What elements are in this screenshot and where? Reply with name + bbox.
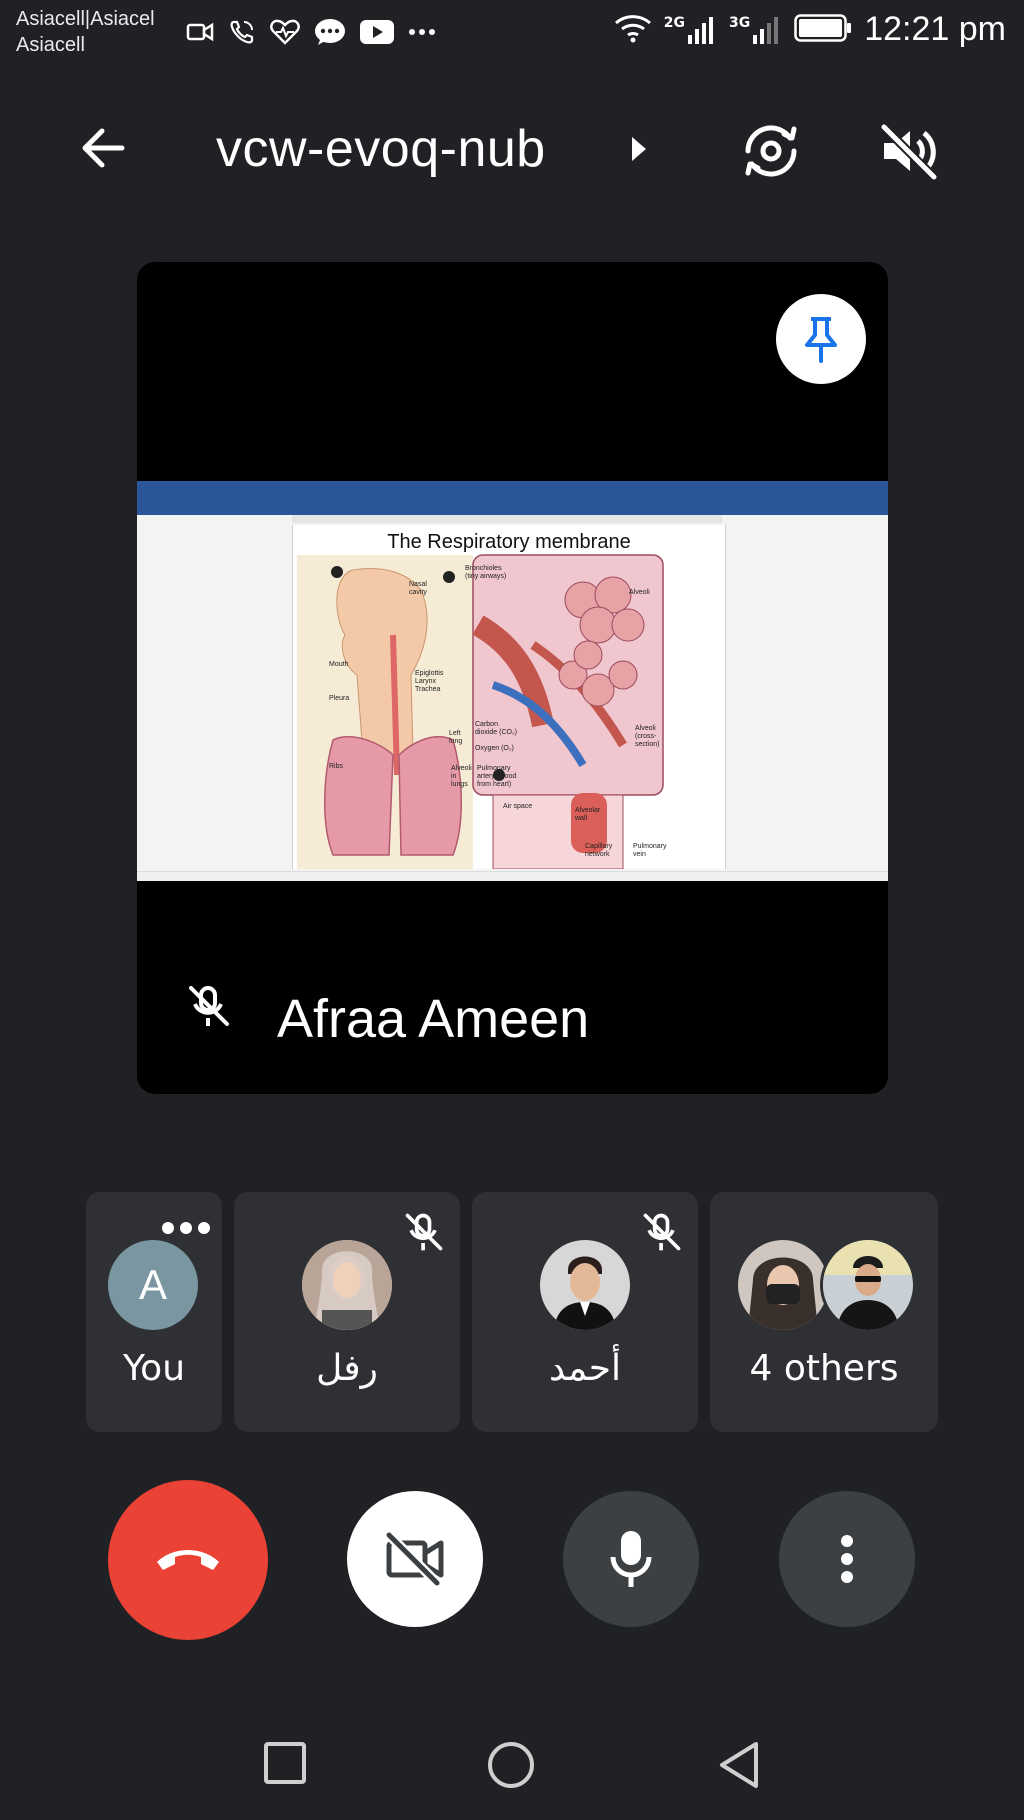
switch-camera-icon bbox=[745, 125, 797, 177]
end-call-button[interactable] bbox=[108, 1480, 268, 1640]
video-call-icon bbox=[186, 20, 214, 44]
participant-tile-you[interactable]: A You bbox=[86, 1192, 222, 1432]
label-mouth: Mouth bbox=[329, 661, 349, 668]
label-bronchioles: Bronchioles (tiny airways) bbox=[465, 565, 507, 580]
avatar bbox=[738, 1240, 828, 1330]
mic-off-icon bbox=[405, 1213, 443, 1251]
mic-off-icon bbox=[643, 1213, 681, 1251]
presenter-mic-status bbox=[185, 982, 233, 1030]
label-epiglottis: Epiglottis Larynx Trachea bbox=[415, 670, 444, 693]
network-type-2: 3G bbox=[729, 14, 751, 31]
label-pulmonary-artery: Pulmonary artery (blood from heart) bbox=[477, 765, 517, 788]
system-nav-bar bbox=[0, 1720, 1024, 1820]
avatar bbox=[540, 1240, 630, 1330]
messages-icon bbox=[314, 18, 346, 46]
signal-bars-icon bbox=[753, 16, 779, 44]
pin-button[interactable] bbox=[776, 294, 866, 384]
avatar: A bbox=[108, 1240, 198, 1330]
word-status-bar bbox=[137, 871, 888, 881]
camera-toggle-button[interactable] bbox=[347, 1491, 483, 1627]
signal-1: 2G bbox=[664, 15, 717, 45]
label-alveolar-wall: Alveolar wall bbox=[575, 807, 601, 822]
label-ribs: Ribs bbox=[329, 763, 344, 770]
label-oxygen: Oxygen (O₂) bbox=[475, 745, 514, 752]
signal-2: 3G bbox=[729, 15, 782, 45]
participant-name: أحمد bbox=[549, 1348, 621, 1389]
speaker-toggle-button[interactable] bbox=[878, 121, 940, 181]
pin-icon bbox=[805, 317, 837, 363]
participant-name: You bbox=[122, 1348, 186, 1389]
clock: 12:21 pm bbox=[864, 10, 1006, 48]
label-air-space: Air space bbox=[503, 803, 533, 810]
participant-tile-rafal[interactable]: رفل bbox=[234, 1192, 460, 1432]
speaker-off-icon bbox=[880, 123, 938, 181]
youtube-icon bbox=[360, 20, 394, 44]
more-notifications-icon bbox=[408, 28, 436, 36]
participant-strip: A You رفل أحمد 4 others bbox=[86, 1192, 938, 1432]
recent-apps-icon bbox=[264, 1742, 306, 1784]
recent-apps-button[interactable] bbox=[262, 1740, 308, 1790]
back-icon bbox=[720, 1742, 758, 1788]
presenter-name: Afraa Ameen bbox=[277, 989, 590, 1049]
shared-screen: The Respiratory membrane Nasal cavity Mo… bbox=[137, 481, 888, 881]
label-alveoli-lungs: Alveoli in lungs bbox=[451, 765, 472, 788]
more-vert-icon bbox=[841, 1535, 853, 1583]
meeting-info-arrow-icon[interactable] bbox=[632, 137, 646, 161]
call-controls bbox=[0, 1478, 1024, 1640]
label-alveoli-cross: Alveoli (cross-section) bbox=[635, 725, 660, 748]
respiratory-diagram bbox=[297, 554, 664, 869]
avatar bbox=[820, 1237, 916, 1333]
presentation-tile[interactable]: The Respiratory membrane Nasal cavity Mo… bbox=[137, 262, 888, 1094]
more-options-button[interactable] bbox=[779, 1491, 915, 1627]
health-icon bbox=[270, 19, 300, 45]
home-button[interactable] bbox=[486, 1740, 536, 1794]
word-ribbon bbox=[137, 499, 888, 515]
label-left-lung: Left lung bbox=[449, 730, 463, 745]
label-carbon-dioxide: Carbon dioxide (CO₂) bbox=[475, 721, 518, 736]
carrier-line-2: Asiacell bbox=[16, 34, 85, 56]
camera-off-icon bbox=[385, 1531, 444, 1587]
participant-tile-ahmed[interactable]: أحمد bbox=[472, 1192, 698, 1432]
end-call-icon bbox=[157, 1550, 219, 1570]
carrier-line-1: Asiacell|Asiacel bbox=[16, 8, 155, 30]
label-alveoli: Alveoli bbox=[629, 589, 650, 596]
label-pleura: Pleura bbox=[329, 695, 350, 702]
nav-back-button[interactable] bbox=[716, 1740, 762, 1794]
switch-camera-button[interactable] bbox=[740, 121, 802, 181]
more-dots-icon[interactable] bbox=[162, 1222, 210, 1234]
network-type-1: 2G bbox=[663, 14, 685, 31]
wifi-call-icon bbox=[228, 18, 256, 46]
status-bar: Asiacell|Asiacel Asiacell 2G 3G 12:21 pm bbox=[0, 0, 1024, 70]
carrier-label: Asiacell|Asiacel Asiacell bbox=[16, 6, 155, 58]
participant-name: 4 others bbox=[749, 1348, 899, 1389]
mic-off-icon bbox=[189, 986, 229, 1026]
system-status: 2G 3G 12:21 pm bbox=[614, 10, 1006, 49]
microphone-toggle-button[interactable] bbox=[563, 1491, 699, 1627]
avatar bbox=[302, 1240, 392, 1330]
label-nasal-cavity: Nasal cavity bbox=[409, 581, 427, 596]
notification-icons bbox=[186, 18, 436, 46]
mic-icon bbox=[610, 1531, 652, 1587]
signal-bars-icon bbox=[688, 16, 713, 44]
meeting-header: vcw-evoq-nub bbox=[0, 105, 1024, 195]
word-title-bar bbox=[137, 481, 888, 499]
back-arrow-icon bbox=[82, 128, 125, 168]
participant-tile-others[interactable]: 4 others bbox=[710, 1192, 938, 1432]
back-button[interactable] bbox=[78, 123, 128, 173]
home-icon bbox=[488, 1742, 534, 1788]
document-page: The Respiratory membrane Nasal cavity Mo… bbox=[292, 525, 726, 869]
meeting-code[interactable]: vcw-evoq-nub bbox=[216, 119, 546, 179]
battery-icon bbox=[794, 13, 852, 46]
label-pulmonary-vein: Pulmonary vein bbox=[633, 843, 667, 858]
label-capillary-network: Capillary network bbox=[585, 843, 613, 858]
participant-name: رفل bbox=[316, 1348, 378, 1389]
word-ruler bbox=[292, 515, 722, 523]
wifi-icon bbox=[614, 13, 652, 47]
